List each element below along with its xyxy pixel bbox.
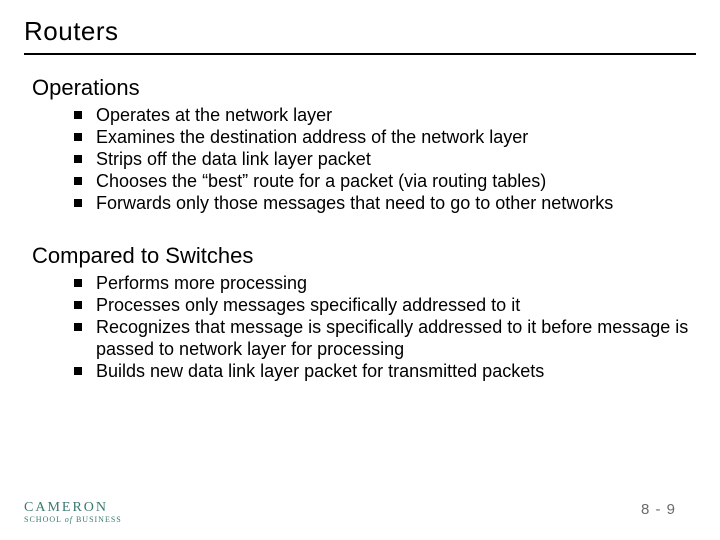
logo-bottom-em: of <box>65 515 73 524</box>
list-item: Examines the destination address of the … <box>74 127 696 149</box>
logo-bottom-prefix: SCHOOL <box>24 515 65 524</box>
list-item: Processes only messages specifically add… <box>74 295 696 317</box>
slide: Routers Operations Operates at the netwo… <box>0 0 720 540</box>
bullet-list-operations: Operates at the network layer Examines t… <box>74 105 696 215</box>
list-item: Recognizes that message is specifically … <box>74 317 696 361</box>
section-heading-compared: Compared to Switches <box>32 243 696 269</box>
list-item: Builds new data link layer packet for tr… <box>74 361 696 383</box>
section-heading-operations: Operations <box>32 75 696 101</box>
page-number: 8 - 9 <box>641 501 676 518</box>
logo-text-bottom: SCHOOL of BUSINESS <box>24 516 122 524</box>
logo-bottom-suffix: BUSINESS <box>73 515 122 524</box>
bullet-list-compared: Performs more processing Processes only … <box>74 273 696 383</box>
slide-title: Routers <box>24 12 696 55</box>
list-item: Performs more processing <box>74 273 696 295</box>
list-item: Chooses the “best” route for a packet (v… <box>74 171 696 193</box>
list-item: Strips off the data link layer packet <box>74 149 696 171</box>
list-item: Forwards only those messages that need t… <box>74 193 696 215</box>
logo-text-top: CAMERON <box>24 501 122 515</box>
logo: CAMERON SCHOOL of BUSINESS <box>24 501 122 524</box>
list-item: Operates at the network layer <box>74 105 696 127</box>
